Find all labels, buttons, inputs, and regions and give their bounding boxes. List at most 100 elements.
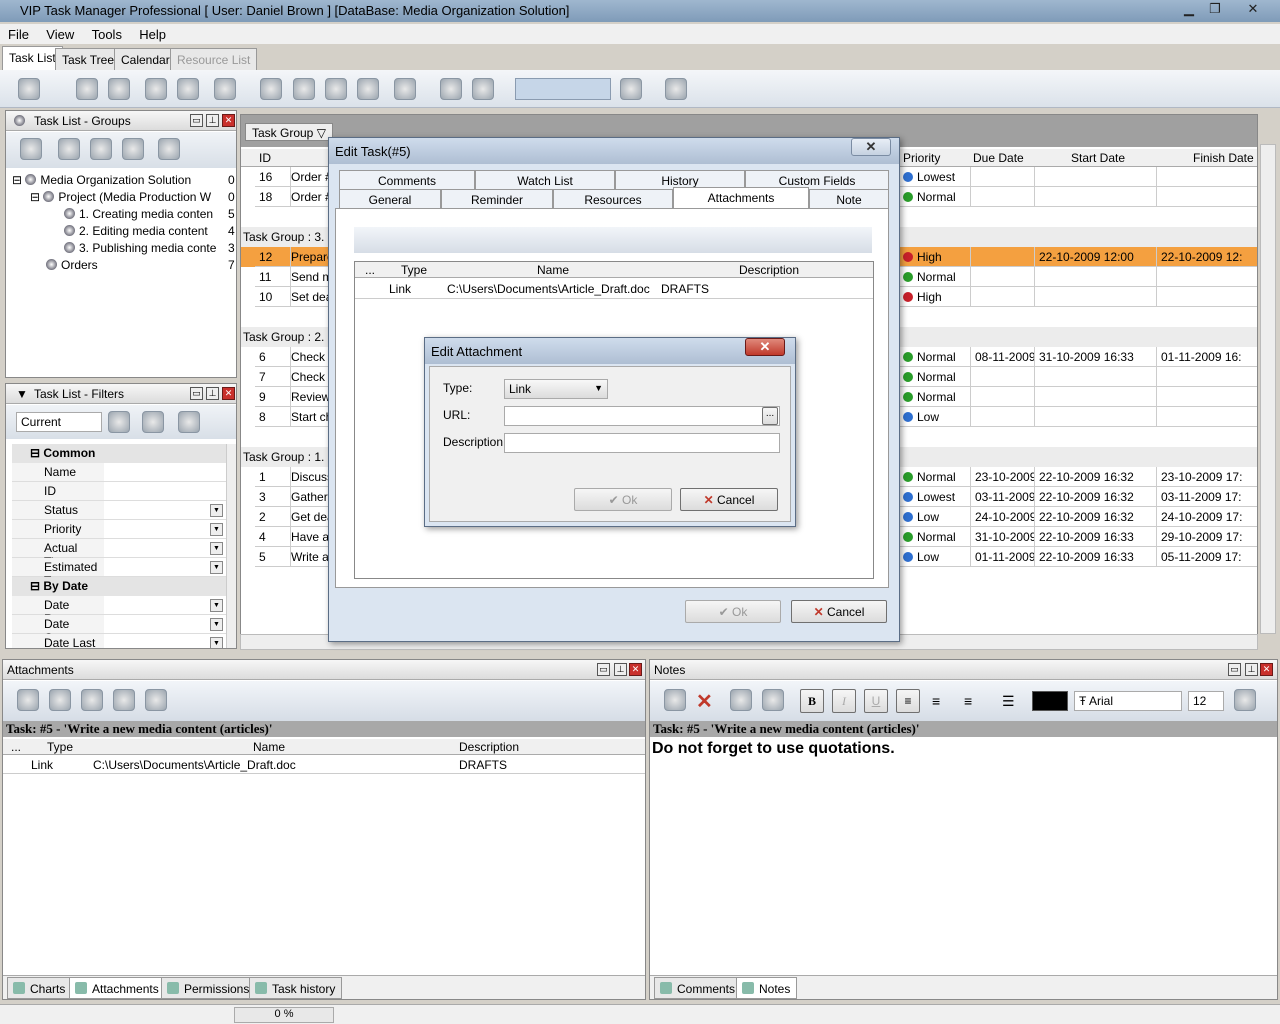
align-center-icon[interactable]: ≡ bbox=[932, 693, 940, 709]
maximize-button[interactable]: ❐ bbox=[1204, 2, 1226, 18]
edit-task-cancel-button[interactable]: ✕ Cancel bbox=[791, 600, 887, 623]
attach-table-row[interactable]: Link C:\Users\Documents\Article_Draft.do… bbox=[355, 279, 873, 299]
underline-button[interactable]: U bbox=[864, 689, 888, 713]
panel-close-icon[interactable]: ✕ bbox=[222, 387, 235, 400]
tab-charts[interactable]: Charts bbox=[7, 977, 73, 999]
filter-prop-date-range[interactable]: Date Range▼ bbox=[12, 596, 226, 626]
task-prev-icon[interactable] bbox=[145, 78, 167, 100]
fit-width-icon[interactable] bbox=[440, 78, 462, 100]
new-task-icon[interactable] bbox=[18, 78, 40, 100]
filter-prop-estimated[interactable]: Estimated T▼ bbox=[12, 558, 226, 588]
font-color-picker[interactable] bbox=[1032, 691, 1068, 711]
save-note-icon[interactable] bbox=[664, 689, 686, 711]
minimize-button[interactable]: ▁ bbox=[1178, 2, 1200, 18]
format-icon[interactable] bbox=[1234, 689, 1256, 711]
refresh-icon[interactable] bbox=[357, 78, 379, 100]
print-icon[interactable] bbox=[762, 689, 784, 711]
url-field[interactable] bbox=[504, 406, 780, 426]
tab-task-list[interactable]: Task List bbox=[2, 46, 63, 70]
group-by-task-group[interactable]: Task Group ▽ bbox=[245, 123, 333, 141]
filter-prop-id[interactable]: ID bbox=[12, 482, 226, 501]
apply-filter-icon[interactable] bbox=[108, 411, 130, 433]
menu-view[interactable]: View bbox=[38, 24, 80, 42]
tab-task-history[interactable]: Task history bbox=[249, 977, 343, 999]
task-next-icon[interactable] bbox=[177, 78, 199, 100]
col-due-date[interactable]: Due Date bbox=[973, 151, 1024, 165]
edit-attachment-close-button[interactable]: ✕ bbox=[745, 338, 785, 356]
group-edit-icon[interactable] bbox=[58, 138, 80, 160]
description-field[interactable] bbox=[504, 433, 780, 453]
tree-item-project[interactable]: ⊟ Project (Media Production W bbox=[30, 190, 211, 204]
add-attachment-icon[interactable] bbox=[17, 689, 39, 711]
bold-button[interactable]: B bbox=[800, 689, 824, 713]
edit-task-close-button[interactable]: ✕ bbox=[851, 138, 891, 156]
tab-resource-list[interactable]: Resource List bbox=[170, 48, 258, 70]
filter-current-select[interactable]: Current bbox=[16, 412, 102, 432]
panel-pin-icon[interactable]: ⊥ bbox=[1245, 663, 1258, 676]
copy-icon[interactable] bbox=[394, 78, 416, 100]
filter-prop-date-last[interactable]: Date Last M▼ bbox=[12, 634, 226, 648]
group-delete-icon[interactable] bbox=[122, 138, 144, 160]
grid-vscroll[interactable] bbox=[1260, 144, 1276, 634]
settings-icon[interactable] bbox=[665, 78, 687, 100]
columns-icon[interactable] bbox=[214, 78, 236, 100]
move-up-icon[interactable] bbox=[293, 78, 315, 100]
panel-float-icon[interactable]: ▭ bbox=[597, 663, 610, 676]
tab-comments[interactable]: Comments bbox=[339, 170, 475, 190]
tree-item-orders[interactable]: Orders bbox=[46, 258, 98, 272]
tab-task-tree[interactable]: Task Tree bbox=[55, 48, 122, 70]
menu-tools[interactable]: Tools bbox=[84, 24, 128, 42]
font-size-select[interactable]: 12 bbox=[1188, 691, 1224, 711]
tab-notes-bottom[interactable]: Notes bbox=[736, 977, 798, 999]
browse-url-button[interactable]: ... bbox=[762, 407, 778, 425]
tab-attachments[interactable]: Attachments bbox=[673, 187, 809, 209]
tree-item-publishing[interactable]: 3. Publishing media conte bbox=[64, 241, 216, 255]
tab-general[interactable]: General bbox=[339, 189, 441, 209]
move-down-icon[interactable] bbox=[325, 78, 347, 100]
search-box[interactable] bbox=[515, 78, 611, 100]
bullets-icon[interactable]: ☰ bbox=[1002, 693, 1015, 710]
tab-calendar[interactable]: Calendar bbox=[114, 48, 177, 70]
menu-file[interactable]: File bbox=[0, 24, 35, 42]
attachment-cancel-button[interactable]: ✕ Cancel bbox=[680, 488, 778, 511]
panel-pin-icon[interactable]: ⊥ bbox=[206, 387, 219, 400]
col-id[interactable]: ID bbox=[259, 151, 271, 165]
edit-attachment-icon[interactable] bbox=[49, 689, 71, 711]
filter-section-bydate[interactable]: ⊟ By Date bbox=[12, 577, 226, 596]
panel-float-icon[interactable]: ▭ bbox=[1228, 663, 1241, 676]
delete-task-icon[interactable] bbox=[108, 78, 130, 100]
font-family-select[interactable]: Ŧ Arial bbox=[1074, 691, 1182, 711]
print-icon[interactable] bbox=[620, 78, 642, 100]
col-start-date[interactable]: Start Date bbox=[1071, 151, 1125, 165]
align-left-button[interactable]: ≡ bbox=[896, 689, 920, 713]
panel-close-icon[interactable]: ✕ bbox=[629, 663, 642, 676]
filter-prop-actual-time[interactable]: Actual Time▼ bbox=[12, 539, 226, 569]
group-add-icon[interactable] bbox=[90, 138, 112, 160]
print-preview-icon[interactable] bbox=[730, 689, 752, 711]
panel-close-icon[interactable]: ✕ bbox=[1260, 663, 1273, 676]
tab-reminder[interactable]: Reminder bbox=[441, 189, 553, 209]
group-refresh-icon[interactable] bbox=[158, 138, 180, 160]
layout-icon[interactable] bbox=[472, 78, 494, 100]
panel-pin-icon[interactable]: ⊥ bbox=[206, 114, 219, 127]
edit-task-icon[interactable] bbox=[76, 78, 98, 100]
tree-item-root[interactable]: ⊟ Media Organization Solution bbox=[12, 173, 191, 187]
tab-permissions[interactable]: Permissions bbox=[161, 977, 257, 999]
panel-float-icon[interactable]: ▭ bbox=[190, 387, 203, 400]
panel-float-icon[interactable]: ▭ bbox=[190, 114, 203, 127]
attachment-ok-button[interactable]: ✔ Ok bbox=[574, 488, 672, 511]
tree-item-creating[interactable]: 1. Creating media conten bbox=[64, 207, 213, 221]
tree-item-editing[interactable]: 2. Editing media content bbox=[64, 224, 208, 238]
type-select[interactable]: Link ▼ bbox=[504, 379, 608, 399]
save-attachment-icon[interactable] bbox=[145, 689, 167, 711]
filters-scrollbar[interactable] bbox=[226, 444, 236, 648]
menu-help[interactable]: Help bbox=[131, 24, 172, 42]
tab-comments-bottom[interactable]: Comments bbox=[654, 977, 743, 999]
close-window-button[interactable]: ✕ bbox=[1242, 2, 1264, 18]
delete-attachment-icon[interactable] bbox=[81, 689, 103, 711]
col-finish-date[interactable]: Finish Date bbox=[1193, 151, 1254, 165]
move-icon[interactable] bbox=[260, 78, 282, 100]
filter-icon[interactable] bbox=[20, 138, 42, 160]
filter-prop-priority[interactable]: Priority ▼ bbox=[12, 520, 226, 539]
tab-note[interactable]: Note bbox=[809, 189, 889, 209]
